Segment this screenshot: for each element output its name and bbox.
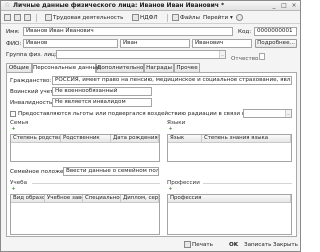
tab-additional[interactable]: Дополнительно [96,63,144,72]
group-label: Группа физ. лиц: [6,52,57,58]
fio-label: ФИО: [6,41,22,47]
education-divider [32,183,160,184]
save-icon[interactable] [4,13,12,23]
personal-data-panel: Гражданство: РОССИЯ, имеет право на пенс… [6,72,297,237]
patronymic-check[interactable] [259,53,265,60]
toolbar-divider [36,14,37,22]
tab-awards[interactable]: Награды [144,63,174,72]
education-col-diploma[interactable]: Диплом, серия... [121,195,159,203]
ok-button[interactable]: OK [229,241,238,250]
toolbar: Трудовая деятельность НДФЛ Файлы Перейти… [1,12,300,24]
education-grid[interactable]: Вид образо... Учебное заве... Специально… [10,194,160,235]
print-icon [184,241,191,248]
refresh-icon[interactable] [24,13,32,23]
toolbar-employment-button[interactable]: Трудовая деятельность [45,13,123,23]
maximize-button[interactable]: □ [280,2,288,9]
patronymic-caption: Отчество [231,56,259,62]
education-col-institution[interactable]: Учебное заве... [45,195,83,203]
education-col-type[interactable]: Вид образо... [11,195,45,203]
professions-divider [203,183,292,184]
citizenship-label: Гражданство: [10,78,52,84]
save-copy-icon[interactable] [14,13,22,23]
close-window-button[interactable]: × [290,2,298,9]
toolbar-ndfl-label: НДФЛ [140,15,158,21]
employment-icon [45,14,52,21]
family-grid-toolbar: + [10,126,30,133]
toolbar-goto-button[interactable]: Перейти ▾ [203,13,233,23]
bottom-bar: Печать OK Записать Закрыть [1,239,300,252]
close-button[interactable]: Закрыть [273,241,298,250]
languages-col-level[interactable]: Степень знания языка [202,135,291,143]
languages-add-icon[interactable]: + [167,126,174,133]
toolbar-files-button[interactable]: Файлы [172,13,200,23]
military-label: Воинский учет: [10,89,56,95]
education-grid-toolbar: + [10,186,30,193]
first-name-field[interactable]: Иван [120,39,190,48]
toolbar-ndfl-button[interactable]: НДФЛ [132,13,158,23]
languages-grid-toolbar: + [167,126,187,133]
details-button[interactable]: Подробнее... [255,39,297,48]
name-label: Имя: [6,29,20,35]
group-field[interactable]: … [56,50,226,59]
toolbar-goto-label: Перейти [203,15,229,21]
code-field[interactable]: 0000000001 [254,27,297,36]
benefits-select-icon[interactable]: … [285,110,291,117]
family-col-relation[interactable]: Степень родства [11,135,61,143]
minimize-button[interactable]: _ [270,2,278,9]
professions-grid-toolbar: + [167,186,187,193]
languages-col-language[interactable]: Язык [168,135,202,143]
tab-general[interactable]: Общие [6,63,32,72]
professions-col-profession[interactable]: Профессия [168,195,291,203]
family-col-birthdate[interactable]: Дата рождения [111,135,159,143]
title-bar: ☆ Личные данные физического лица: Иванов… [1,1,300,11]
help-icon[interactable] [236,13,244,23]
tab-bar: Общие Персональные данные Дополнительно … [6,63,297,73]
family-status-field[interactable]: Ввести данные о семейном пол... [63,167,159,176]
disability-label: Инвалидность: [10,100,55,106]
languages-grid[interactable]: Язык Степень знания языка [167,134,292,162]
favorite-star-icon[interactable]: ☆ [4,1,10,9]
benefits-label: Предоставляются льготы или подвергался в… [18,111,245,117]
military-field[interactable]: Не военнообязанный [52,87,152,96]
tab-other[interactable]: Прочее [174,63,200,72]
family-add-icon[interactable]: + [10,126,17,133]
citizenship-field[interactable]: РОССИЯ, имеет право на пенсию, медицинск… [52,76,292,85]
group-select-icon[interactable]: … [219,51,225,58]
family-grid[interactable]: Степень родства Родственник Дата рождени… [10,134,160,162]
toolbar-divider-2 [167,14,168,22]
print-label: Печать [192,242,213,248]
code-label: Код: [238,29,252,35]
family-col-relative[interactable]: Родственник [61,135,111,143]
professions-grid[interactable]: Профессия [167,194,292,235]
patronymic-field[interactable]: Иванович [192,39,252,48]
education-add-icon[interactable]: + [10,186,17,193]
benefits-checkbox[interactable] [10,111,16,117]
toolbar-sep-icon [38,13,44,23]
professions-add-icon[interactable]: + [167,186,174,193]
print-button[interactable]: Печать [184,241,213,250]
tab-personal-data[interactable]: Персональные данные [32,63,100,73]
person-data-window: ☆ Личные данные физического лица: Иванов… [0,0,301,252]
toolbar-employment-label: Трудовая деятельность [53,15,124,21]
files-icon [172,14,179,21]
benefits-field[interactable]: … [243,109,292,118]
window-title: Личные данные физического лица: Иванов И… [13,2,225,9]
ndfl-icon [132,14,139,21]
name-field[interactable]: Иванов Иван Иванович [23,27,233,36]
save-button[interactable]: Записать [244,241,271,250]
disability-field[interactable]: Не является инвалидом [52,98,152,107]
last-name-field[interactable]: Иванов [23,39,118,48]
toolbar-files-label: Файлы [180,15,200,21]
education-col-specialty[interactable]: Специальность [83,195,121,203]
